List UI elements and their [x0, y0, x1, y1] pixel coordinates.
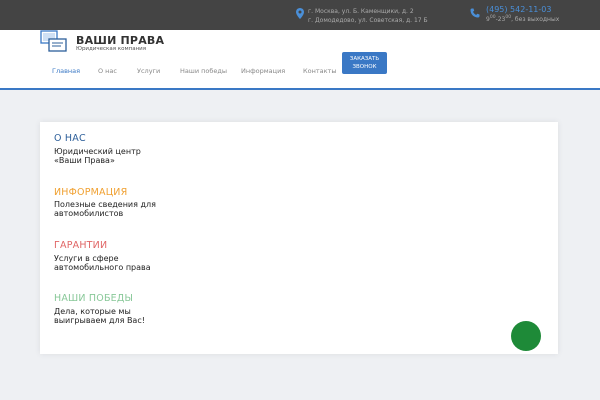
nav-item-information[interactable]: Информация [241, 67, 285, 75]
section-text-about: Юридический центр «Ваши Права» [54, 147, 141, 165]
map-pin-icon [296, 8, 304, 19]
phone-icon [470, 8, 480, 18]
nav-item-services[interactable]: Услуги [137, 67, 160, 75]
order-call-label-1: ЗАКАЗАТЬ [349, 56, 380, 62]
address-line-2: г. Домодедово, ул. Советская, д. 17 Б [308, 17, 428, 24]
nav-item-home[interactable]: Главная [52, 67, 80, 75]
section-title-guarantees[interactable]: ГАРАНТИИ [54, 240, 107, 251]
nav-item-about[interactable]: О нас [98, 67, 117, 75]
nav-item-contacts[interactable]: Контакты [303, 67, 336, 75]
section-text-guarantees: Услуги в сфере автомобильного права [54, 254, 151, 272]
logo-icon [40, 30, 67, 52]
section-title-about[interactable]: О НАС [54, 133, 86, 144]
working-hours: 900-2300, без выходных [486, 15, 560, 23]
logo[interactable]: ВАШИ ПРАВА Юридическая компания [40, 30, 164, 52]
brand-tagline: Юридическая компания [76, 46, 147, 52]
section-title-info[interactable]: ИНФОРМАЦИЯ [54, 187, 127, 198]
order-call-label-2: ЗВОНОК [352, 64, 377, 70]
section-text-victories: Дела, которые мы выигрываем для Вас! [54, 307, 145, 325]
floating-action-button[interactable] [511, 321, 541, 351]
address-lines: г. Москва, ул. Б. Каменщики, д. 2 г. Дом… [308, 7, 428, 25]
nav-item-victories[interactable]: Наши победы [180, 67, 227, 75]
top-bar: г. Москва, ул. Б. Каменщики, д. 2 г. Дом… [0, 0, 600, 30]
section-title-victories[interactable]: НАШИ ПОБЕДЫ [54, 293, 133, 304]
address-line-1: г. Москва, ул. Б. Каменщики, д. 2 [308, 8, 414, 15]
section-text-info: Полезные сведения для автомобилистов [54, 200, 156, 218]
order-call-button[interactable]: ЗАКАЗАТЬ ЗВОНОК [342, 52, 387, 74]
phone-number[interactable]: (495) 542-11-03 [486, 5, 551, 14]
